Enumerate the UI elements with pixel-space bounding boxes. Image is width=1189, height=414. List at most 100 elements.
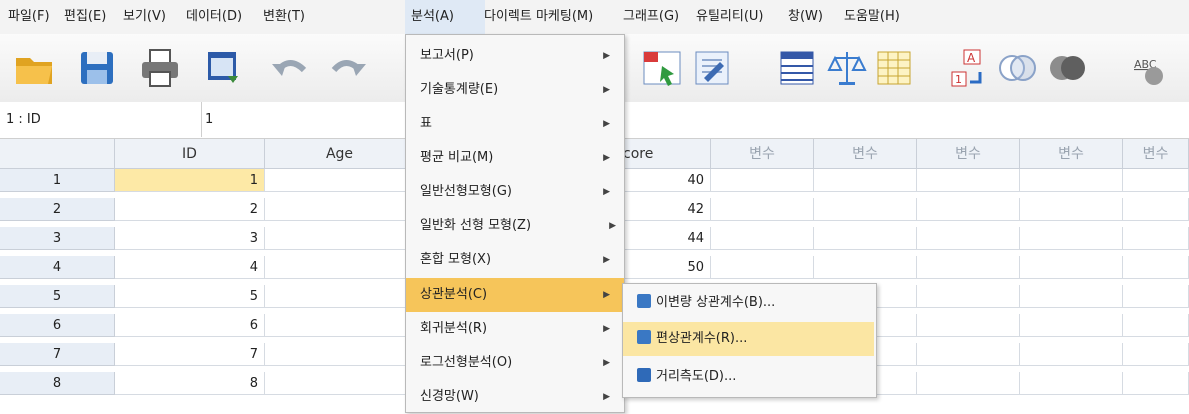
column-header-var[interactable]: 변수 — [1020, 139, 1123, 169]
goto-variable-icon[interactable] — [690, 46, 734, 90]
row-header[interactable]: 5 — [0, 285, 115, 308]
menu-edit[interactable]: 편집(E) — [58, 0, 112, 34]
cell-var[interactable] — [1123, 169, 1189, 192]
menu-item-generalized-linear-models[interactable]: 일반화 선형 모형(Z) ▶ — [406, 209, 624, 243]
row-header[interactable]: 1 — [0, 169, 115, 192]
row-header[interactable]: 8 — [0, 372, 115, 395]
save-icon[interactable] — [75, 46, 119, 90]
cell-var[interactable] — [1020, 285, 1123, 308]
cell-var[interactable] — [1020, 343, 1123, 366]
menu-item-reports[interactable]: 보고서(P) ▶ — [406, 39, 624, 73]
column-header-age[interactable]: Age — [265, 139, 415, 169]
show-all-variables-icon[interactable] — [1045, 46, 1089, 90]
cell-age[interactable] — [265, 227, 415, 250]
print-icon[interactable] — [138, 46, 182, 90]
weight-cases-icon[interactable] — [825, 46, 869, 90]
cell-var[interactable] — [1123, 198, 1189, 221]
cell-var[interactable] — [1123, 256, 1189, 279]
open-folder-icon[interactable] — [12, 46, 56, 90]
goto-case-icon[interactable] — [640, 46, 684, 90]
cell-var[interactable] — [917, 169, 1020, 192]
cell-id[interactable]: 7 — [115, 343, 265, 366]
spell-check-icon[interactable]: ABC — [1128, 46, 1172, 90]
cell-var[interactable] — [917, 343, 1020, 366]
menu-item-loglinear[interactable]: 로그선형분석(O) ▶ — [406, 346, 624, 380]
cell-age[interactable] — [265, 314, 415, 337]
cell-var[interactable] — [1123, 372, 1189, 395]
cell-var[interactable] — [711, 227, 814, 250]
menu-item-general-linear-model[interactable]: 일반선형모형(G) ▶ — [406, 175, 624, 209]
cell-var[interactable] — [917, 198, 1020, 221]
menu-data[interactable]: 데이터(D) — [180, 0, 248, 34]
column-header-var[interactable]: 변수 — [814, 139, 917, 169]
cell-var[interactable] — [1123, 314, 1189, 337]
cell-var[interactable] — [1020, 372, 1123, 395]
column-header-var[interactable]: 변수 — [917, 139, 1020, 169]
split-file-icon[interactable] — [872, 46, 916, 90]
menu-item-tables[interactable]: 표 ▶ — [406, 107, 624, 141]
row-header[interactable]: 3 — [0, 227, 115, 250]
cell-age[interactable] — [265, 372, 415, 395]
cell-var[interactable] — [917, 285, 1020, 308]
menu-utilities[interactable]: 유틸리티(U) — [690, 0, 770, 34]
row-header[interactable]: 6 — [0, 314, 115, 337]
menu-graphs[interactable]: 그래프(G) — [617, 0, 685, 34]
row-header[interactable]: 4 — [0, 256, 115, 279]
cell-var[interactable] — [917, 256, 1020, 279]
cell-var[interactable] — [1020, 169, 1123, 192]
submenu-item-partial[interactable]: 편상관계수(R)... — [623, 322, 874, 356]
cell-id[interactable]: 6 — [115, 314, 265, 337]
menu-view[interactable]: 보기(V) — [117, 0, 172, 34]
menu-file[interactable]: 파일(F) — [2, 0, 56, 34]
cell-var[interactable] — [1020, 198, 1123, 221]
cell-var[interactable] — [814, 198, 917, 221]
cell-var[interactable] — [711, 198, 814, 221]
cell-var[interactable] — [1020, 256, 1123, 279]
undo-icon[interactable] — [268, 46, 312, 90]
cell-var[interactable] — [814, 169, 917, 192]
submenu-item-bivariate[interactable]: 이변량 상관계수(B)... — [623, 286, 874, 320]
menu-item-regression[interactable]: 회귀분석(R) ▶ — [406, 312, 624, 346]
menu-item-descriptive-statistics[interactable]: 기술통계량(E) ▶ — [406, 73, 624, 107]
cell-var[interactable] — [814, 227, 917, 250]
row-header[interactable]: 7 — [0, 343, 115, 366]
column-header-id[interactable]: ID — [115, 139, 265, 169]
cell-id[interactable]: 4 — [115, 256, 265, 279]
cell-age[interactable] — [265, 343, 415, 366]
cell-var[interactable] — [1123, 343, 1189, 366]
use-sets-icon[interactable] — [995, 46, 1039, 90]
submenu-item-distances[interactable]: 거리측도(D)... — [623, 360, 874, 394]
cell-id[interactable]: 2 — [115, 198, 265, 221]
cell-id[interactable]: 8 — [115, 372, 265, 395]
menu-item-mixed-models[interactable]: 혼합 모형(X) ▶ — [406, 243, 624, 277]
cell-var[interactable] — [917, 314, 1020, 337]
menu-window[interactable]: 창(W) — [782, 0, 829, 34]
cell-var[interactable] — [1123, 227, 1189, 250]
cell-id[interactable]: 1 — [115, 169, 265, 192]
column-header-var[interactable]: 변수 — [1123, 139, 1189, 169]
column-header-var[interactable]: 변수 — [711, 139, 814, 169]
cell-var[interactable] — [1020, 314, 1123, 337]
menu-item-correlate[interactable]: 상관분석(C) ▶ — [406, 278, 624, 312]
menu-item-compare-means[interactable]: 평균 비교(M) ▶ — [406, 141, 624, 175]
value-labels-icon[interactable]: A1 — [946, 46, 990, 90]
redo-icon[interactable] — [326, 46, 370, 90]
cell-age[interactable] — [265, 285, 415, 308]
cell-var[interactable] — [1020, 227, 1123, 250]
menu-item-neural-networks[interactable]: 신경망(W) ▶ — [406, 380, 624, 414]
dialog-recall-icon[interactable] — [202, 46, 246, 90]
cell-age[interactable] — [265, 256, 415, 279]
cell-var[interactable] — [814, 256, 917, 279]
cell-age[interactable] — [265, 198, 415, 221]
row-header[interactable]: 2 — [0, 198, 115, 221]
menu-transform[interactable]: 변환(T) — [257, 0, 311, 34]
cell-var[interactable] — [917, 372, 1020, 395]
menu-direct-marketing[interactable]: 다이렉트 마케팅(M) — [478, 0, 599, 34]
menu-analyze[interactable]: 분석(A) — [405, 0, 485, 34]
cell-age[interactable] — [265, 169, 415, 192]
cell-var[interactable] — [711, 256, 814, 279]
cell-var[interactable] — [917, 227, 1020, 250]
cell-value-input[interactable]: 1 — [205, 102, 213, 137]
cell-var[interactable] — [711, 169, 814, 192]
cell-var[interactable] — [1123, 285, 1189, 308]
